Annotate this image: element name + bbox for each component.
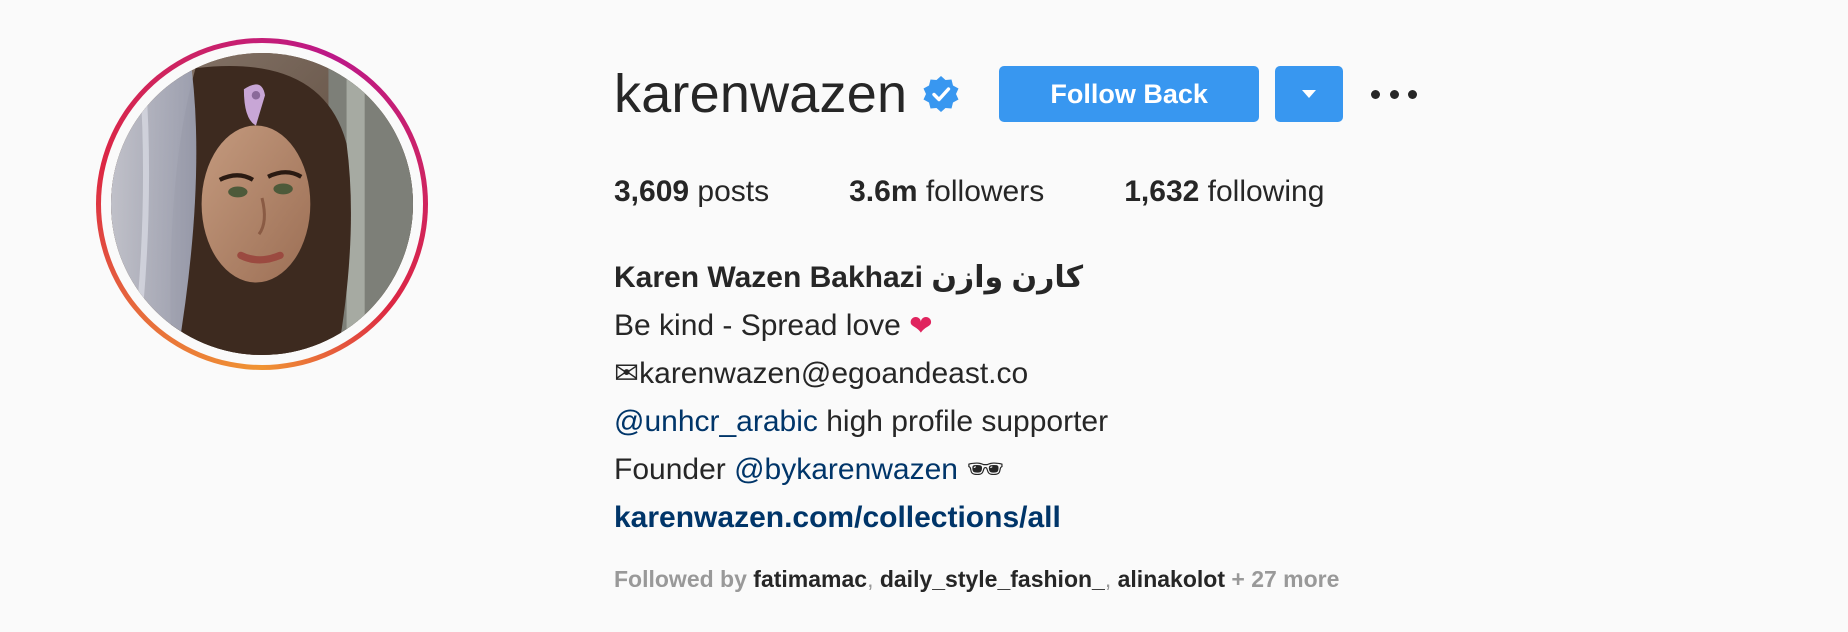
followed-by-user[interactable]: daily_style_fashion_ xyxy=(880,566,1105,592)
sunglasses-emoji-icon: 🕶 xyxy=(957,453,1005,486)
profile-bio: Karen Wazen Bakhazi كارن وازن Be kind - … xyxy=(614,254,1714,542)
more-options-button[interactable] xyxy=(1371,66,1418,122)
website-link[interactable]: karenwazen.com/collections/all xyxy=(614,501,1061,534)
more-options-icon-dot xyxy=(1408,89,1418,99)
followers-count: 3.6m xyxy=(849,175,918,208)
avatar-photo xyxy=(111,53,413,355)
avatar-ring-gap xyxy=(101,43,423,365)
following-stat[interactable]: 1,632 following xyxy=(1124,172,1324,212)
followed-by-user[interactable]: fatimamac xyxy=(753,566,867,592)
followers-stat[interactable]: 3.6m followers xyxy=(849,172,1044,212)
bio-full-name-line: Karen Wazen Bakhazi كارن وازن xyxy=(614,254,1714,302)
username: karenwazen xyxy=(614,64,908,124)
mention-link-bykarenwazen[interactable]: @bykarenwazen xyxy=(734,453,958,486)
more-options-icon-dot xyxy=(1389,89,1399,99)
bio-website-line: karenwazen.com/collections/all xyxy=(614,494,1714,542)
profile-stats: 3,609 posts 3.6m followers 1,632 followi… xyxy=(614,172,1404,212)
posts-count: 3,609 xyxy=(614,175,690,208)
bio-email: ✉karenwazen@egoandeast.co xyxy=(614,357,1029,390)
bio-text: Founder xyxy=(614,453,735,486)
bio-text: high profile supporter xyxy=(817,405,1109,438)
chevron-down-icon xyxy=(1301,87,1317,102)
posts-label: posts xyxy=(689,175,770,208)
more-options-icon xyxy=(1371,89,1381,99)
followed-by-separator: , xyxy=(1104,566,1118,592)
followed-by[interactable]: Followed by fatimamac, daily_style_fashi… xyxy=(614,564,1339,594)
followed-by-separator: , xyxy=(867,566,880,592)
suggested-accounts-dropdown-button[interactable] xyxy=(1275,66,1344,122)
profile-header: karenwazen Follow Back xyxy=(614,62,1418,126)
bio-line-2: ✉karenwazen@egoandeast.co xyxy=(614,350,1714,398)
bio-text: Be kind - Spread love xyxy=(614,309,910,342)
followers-label: followers xyxy=(917,175,1045,208)
following-count: 1,632 xyxy=(1124,175,1200,208)
bio-line-4: Founder @bykarenwazen 🕶 xyxy=(614,446,1714,494)
followed-by-label: Followed by xyxy=(614,566,754,592)
heart-emoji-icon: ❤ xyxy=(909,310,933,341)
avatar-story-ring[interactable] xyxy=(96,38,428,370)
bio-line-1: Be kind - Spread love ❤ xyxy=(614,302,1714,350)
following-label: following xyxy=(1199,175,1325,208)
posts-stat: 3,609 posts xyxy=(614,172,769,212)
avatar[interactable] xyxy=(111,53,413,355)
bio-line-3: @unhcr_arabic high profile supporter xyxy=(614,398,1714,446)
verified-badge-icon xyxy=(921,74,961,114)
followed-by-more[interactable]: + 27 more xyxy=(1225,566,1339,592)
followed-by-user[interactable]: alinakolot xyxy=(1118,566,1225,592)
follow-back-button[interactable]: Follow Back xyxy=(999,66,1260,122)
mention-link-unhcr-arabic[interactable]: @unhcr_arabic xyxy=(614,405,818,438)
full-name: Karen Wazen Bakhazi كارن وازن xyxy=(614,261,1084,294)
